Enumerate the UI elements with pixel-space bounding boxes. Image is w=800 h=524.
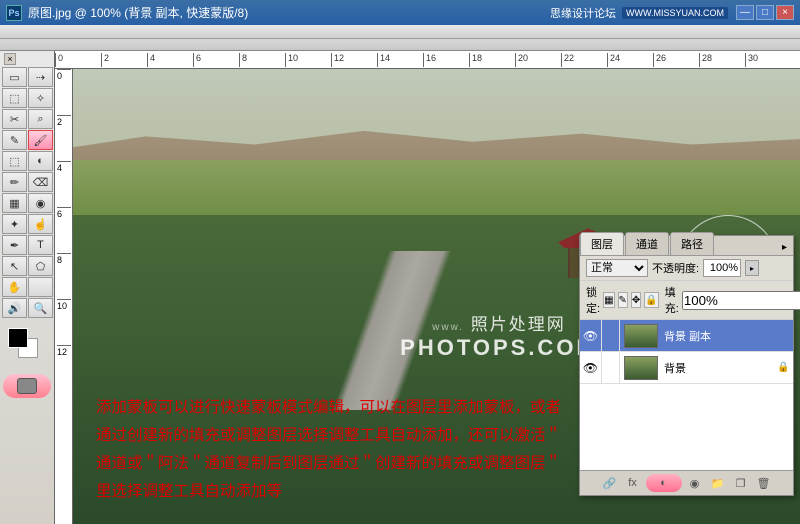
link-layers-icon[interactable]: 🔗 [600,474,620,492]
tool-options-bar [0,39,800,51]
visibility-icon[interactable]: 👁 [580,352,602,384]
eraser-tool[interactable]: ⌫ [28,172,53,192]
gradient-tool[interactable]: ▦ [2,193,27,213]
titlebar: Ps 原图.jpg @ 100% (背景 副本, 快速蒙版/8) 思缘设计论坛 … [0,0,800,25]
layer-lock-icon: 🔒 [777,362,793,373]
brush-tool[interactable]: 🖌 [28,130,53,150]
brand-url: WWW.MISSYUAN.COM [622,7,728,19]
fill-input[interactable] [682,291,800,310]
path-select-tool[interactable]: ↖ [2,256,27,276]
toolbox-close-icon[interactable]: × [4,53,16,65]
type-tool[interactable]: T [28,235,53,255]
marquee-tool[interactable]: ▭ [2,67,27,87]
lock-paint-icon[interactable]: ✎ [618,292,628,308]
group-icon[interactable]: 📁 [708,474,728,492]
wand-tool[interactable]: ✧ [28,88,53,108]
ruler-horizontal: 024681012141618202224262830 [55,51,800,69]
layer-link-cell[interactable] [602,352,620,384]
watermark-cn: 照片处理网 [471,315,566,334]
layer-panel-bottom: 🔗 fx ◐ ◉ 📁 ❐ 🗑 [580,470,793,495]
foreground-color[interactable] [8,328,28,348]
pen-tool[interactable]: ✒ [2,235,27,255]
shape-tool[interactable]: ⬠ [28,256,53,276]
panel-tabs: 图层 通道 路径 ▸ [580,236,793,256]
layers-panel: 图层 通道 路径 ▸ 正常 不透明度: ▸ 锁定: ▦ ✎ ✥ 🔒 填充: ▸ … [579,235,794,496]
instruction-text: 添加蒙板可以进行快速蒙板模式编辑，可以在图层里添加蒙板，或者通过创建新的填充或调… [90,388,580,512]
quick-mask-icon [17,378,37,394]
toolbox: × ▭ ⇢ ⬚ ✧ ✂ ⌕ ✎ 🖌 ⬚ ◐ ✏ ⌫ ▦ ◉ ✦ ☝ ✒ T ↖ … [0,51,55,524]
layer-name: 背景 [662,360,777,376]
heal-tool[interactable]: ✎ [2,130,27,150]
pencil-tool[interactable]: ✏ [2,172,27,192]
window-title: 原图.jpg @ 100% (背景 副本, 快速蒙版/8) [28,4,550,21]
ruler-vertical: 024681012 [55,69,73,524]
layer-thumb [624,356,658,380]
tab-paths[interactable]: 路径 [670,232,714,255]
tab-layers[interactable]: 图层 [580,232,624,255]
dodge-tool[interactable]: ✦ [2,214,27,234]
opacity-label: 不透明度: [652,260,699,276]
layer-item[interactable]: 👁 背景🔒 [580,352,793,384]
brand: 思缘设计论坛 WWW.MISSYUAN.COM [550,5,728,21]
history-brush-tool[interactable]: ◐ [28,151,53,171]
brand-text: 思缘设计论坛 [550,5,616,21]
layer-item[interactable]: 👁 背景 副本 [580,320,793,352]
layer-thumb [624,324,658,348]
zoom-tool[interactable]: 🔍 [28,298,53,318]
watermark-en: PHOTOPS.COM [400,335,598,361]
adjustment-layer-icon[interactable]: ◉ [685,474,705,492]
lock-move-icon[interactable]: ✥ [631,292,641,308]
finger-tool[interactable]: ☝ [28,214,53,234]
lock-all-icon[interactable]: 🔒 [644,292,658,308]
lasso-tool[interactable]: ⬚ [2,88,27,108]
layer-link-cell[interactable] [602,320,620,352]
opacity-arrow-icon[interactable]: ▸ [745,260,759,276]
ps-icon: Ps [6,5,22,21]
fx-icon[interactable]: fx [623,474,643,492]
opacity-input[interactable] [703,259,741,277]
stamp-tool[interactable]: ⬚ [2,151,27,171]
tab-channels[interactable]: 通道 [625,232,669,255]
quick-mask-button[interactable] [3,374,51,398]
menubar [0,25,800,39]
lock-label: 锁定: [586,284,600,316]
blur-tool[interactable]: ◉ [28,193,53,213]
blend-mode-select[interactable]: 正常 [586,259,648,277]
visibility-icon[interactable]: 👁 [580,320,602,352]
maximize-button[interactable]: □ [756,5,774,20]
window-buttons: — □ × [736,5,794,20]
layer-list: 👁 背景 副本 👁 背景🔒 [580,320,793,470]
close-button[interactable]: × [776,5,794,20]
add-mask-icon[interactable]: ◐ [646,474,682,492]
color-swatch[interactable] [2,326,52,366]
panel-menu-icon[interactable]: ▸ [776,240,793,255]
watermark-www: www. [432,322,464,333]
watermark: www. 照片处理网 PHOTOPS.COM [400,310,598,361]
crop-tool[interactable]: ✂ [2,109,27,129]
eyedrop-tool[interactable]: 🔊 [2,298,27,318]
notes-tool[interactable] [28,277,53,297]
move-tool[interactable]: ⇢ [28,67,53,87]
slice-tool[interactable]: ⌕ [28,109,53,129]
layer-name: 背景 副本 [662,328,777,344]
new-layer-icon[interactable]: ❐ [731,474,751,492]
minimize-button[interactable]: — [736,5,754,20]
hand-tool[interactable]: ✋ [2,277,27,297]
lock-trans-icon[interactable]: ▦ [603,292,614,308]
fill-label: 填充: [665,284,679,316]
trash-icon[interactable]: 🗑 [754,474,774,492]
